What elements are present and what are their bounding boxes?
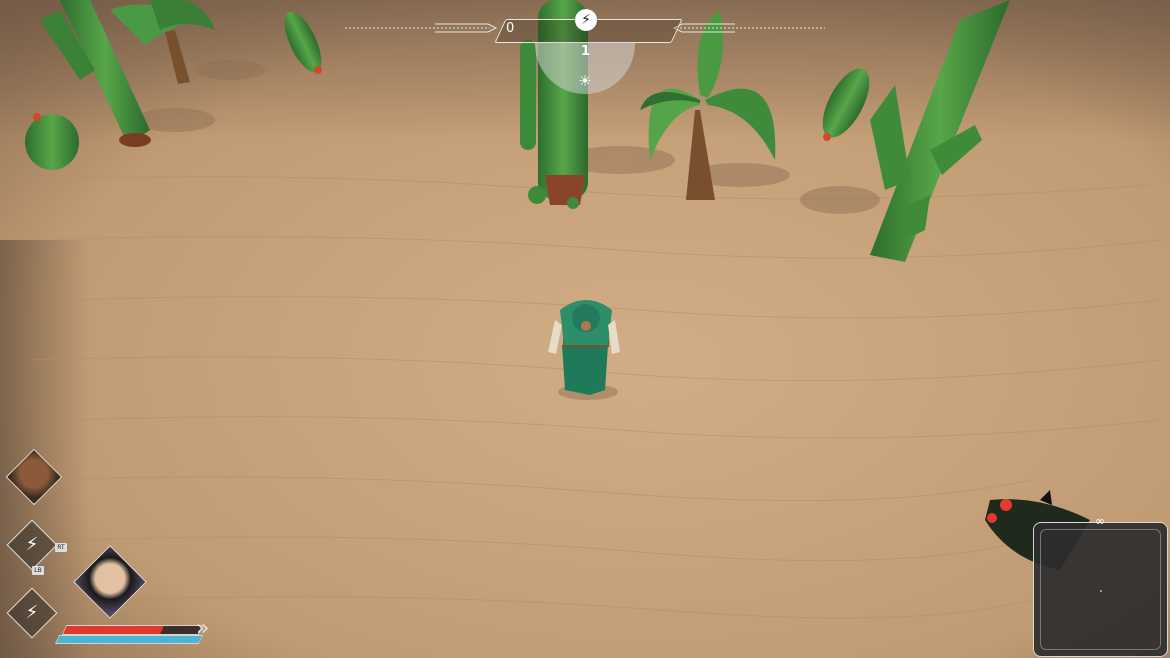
claw-ability-icon: ⚡: [25, 602, 39, 623]
key-badge: RT: [55, 543, 67, 552]
mana-bar: [54, 635, 204, 644]
energy-value: 0: [506, 21, 515, 36]
minimap[interactable]: [1033, 522, 1168, 657]
sun-icon: ☀: [578, 72, 592, 90]
lightning-icon: ⚡: [575, 9, 597, 31]
claw-ability-icon: ⚡: [25, 534, 39, 555]
day-value: 1: [581, 44, 591, 59]
health-bar: [61, 625, 204, 635]
link-icon: ∞: [1095, 514, 1105, 528]
chevron-right-icon: »: [196, 616, 210, 641]
health-fill: [63, 626, 165, 634]
left-shadow: [0, 240, 90, 658]
key-badge: LB: [32, 566, 44, 575]
minimap-player-marker: [1100, 590, 1102, 592]
mana-fill: [56, 636, 202, 643]
status-bars: [52, 622, 204, 644]
